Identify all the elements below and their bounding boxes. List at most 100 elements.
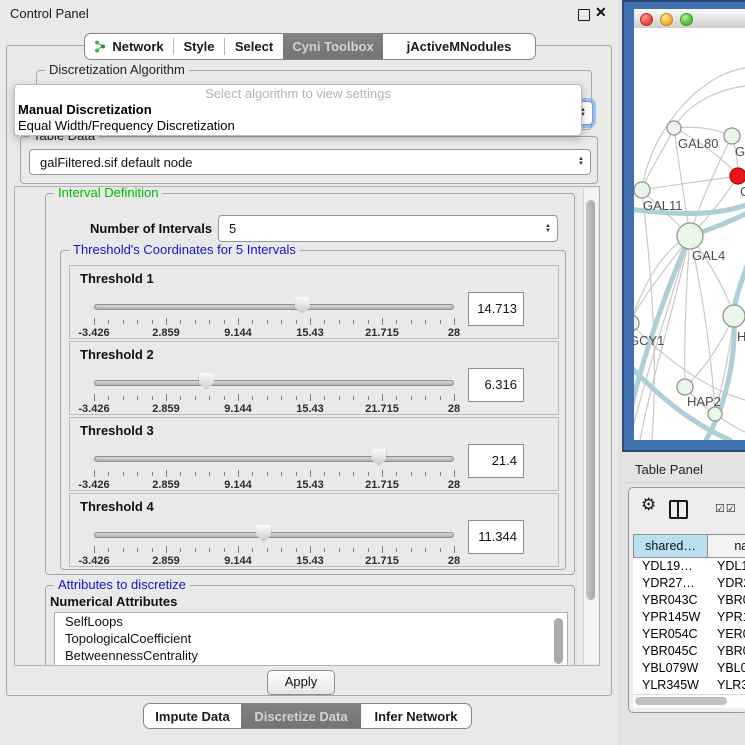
table-row[interactable]: YBR043CYBR043C [633, 592, 745, 609]
close-traffic-light[interactable] [640, 13, 653, 26]
cell-name[interactable]: YER054C [708, 626, 745, 643]
cell-name[interactable]: YBR045C [708, 643, 745, 660]
tab-jactivemnodules[interactable]: jActiveMNodules [383, 34, 535, 59]
tab-cyni-toolbox[interactable]: Cyni Toolbox [283, 34, 383, 59]
minimize-traffic-light[interactable] [660, 13, 673, 26]
tick-mark [238, 470, 239, 477]
threshold-1-value-field[interactable]: 14.713 [468, 292, 524, 326]
control-panel-title: Control Panel [10, 6, 89, 21]
cell-name[interactable]: YPR145W [708, 609, 745, 626]
slider-thumb[interactable] [295, 297, 310, 314]
cell-shared-name[interactable]: YDR27… [633, 575, 708, 592]
cell-name[interactable]: YDL19 [708, 558, 745, 575]
network-node-gal80[interactable] [667, 121, 681, 135]
scrollbar-thumb[interactable] [586, 200, 595, 600]
cell-name[interactable]: YBL079W [708, 660, 745, 677]
tick-label: 15.43 [296, 403, 324, 415]
tab-infer-network[interactable]: Infer Network [361, 704, 471, 728]
tick-mark [440, 548, 441, 552]
column-header-shared-name[interactable]: shared… [633, 534, 708, 558]
tick-mark [339, 396, 340, 400]
threshold-4-value-field[interactable]: 11.344 [468, 520, 524, 554]
column-header-name[interactable]: name [708, 534, 745, 558]
attribute-list-item[interactable]: SelfLoops [55, 613, 567, 630]
table-row[interactable]: YDL19…YDL19 [633, 558, 745, 575]
threshold-1-slider[interactable]: -3.4262.8599.14415.4321.71528 [94, 296, 454, 332]
threshold-4-slider[interactable]: -3.4262.8599.14415.4321.71528 [94, 524, 454, 560]
numerical-attributes-label: Numerical Attributes [50, 594, 177, 609]
table-rows: YDL19…YDL19YDR27…YDR27YBR043CYBR043CYPR1… [633, 558, 745, 700]
dropdown-option-equal-width[interactable]: Equal Width/Frequency Discretization [15, 118, 581, 134]
table-row[interactable]: YPR145WYPR145W [633, 609, 745, 626]
network-canvas[interactable]: GAL80GACGAL11GAL4HGCY1HAP2 [634, 28, 745, 440]
tick-mark [252, 472, 253, 476]
scrollbar-thumb[interactable] [554, 618, 563, 664]
cell-shared-name[interactable]: YLR345W [633, 677, 708, 694]
threshold-2-value-field[interactable]: 6.316 [468, 368, 524, 402]
cell-shared-name[interactable]: YER054C [633, 626, 708, 643]
network-node-h[interactable] [723, 305, 745, 327]
tick-mark [440, 472, 441, 476]
table-row[interactable]: YER054CYER054C [633, 626, 745, 643]
network-node-hap2[interactable] [677, 379, 693, 395]
float-window-icon[interactable] [578, 9, 590, 21]
list-scrollbar[interactable] [552, 614, 566, 666]
network-node[interactable] [708, 407, 722, 421]
gear-icon[interactable]: ⚙ [641, 496, 656, 513]
apply-button[interactable]: Apply [267, 670, 335, 695]
cell-shared-name[interactable]: YBR045C [633, 643, 708, 660]
table-row[interactable]: YDR27…YDR27 [633, 575, 745, 592]
table-horizontal-scrollbar[interactable] [633, 694, 745, 708]
zoom-traffic-light[interactable] [680, 13, 693, 26]
close-icon[interactable]: ✕ [595, 4, 607, 21]
network-node-gal4[interactable] [677, 223, 703, 249]
cell-shared-name[interactable]: YDL19… [633, 558, 708, 575]
slider-track[interactable] [94, 380, 454, 386]
network-node-gal11[interactable] [634, 182, 650, 198]
tab-network[interactable]: Network [85, 34, 173, 59]
scrollbar-thumb[interactable] [635, 697, 727, 705]
slider-thumb[interactable] [199, 373, 214, 390]
slider-thumb[interactable] [371, 449, 386, 466]
slider-ticks [94, 394, 454, 402]
tick-mark [353, 396, 354, 400]
slider-track[interactable] [94, 532, 454, 538]
threshold-2-slider[interactable]: -3.4262.8599.14415.4321.71528 [94, 372, 454, 408]
threshold-3-value-field[interactable]: 21.4 [468, 444, 524, 478]
tab-select[interactable]: Select [225, 34, 283, 59]
network-node-ga[interactable] [724, 128, 740, 144]
slider-thumb[interactable] [256, 525, 271, 542]
tab-impute-data[interactable]: Impute Data [144, 704, 241, 728]
network-node-gcy1[interactable] [634, 315, 639, 331]
cell-shared-name[interactable]: YBL079W [633, 660, 708, 677]
table-data-select[interactable]: galFiltered.sif default node ▲▼ [29, 149, 591, 175]
num-intervals-select[interactable]: 5 ▲▼ [218, 215, 558, 242]
attribute-list-item[interactable]: TopologicalCoefficient [55, 630, 567, 647]
tab-style[interactable]: Style [174, 34, 224, 59]
cell-shared-name[interactable]: YPR145W [633, 609, 708, 626]
checkbox-icons[interactable]: ☑☑ [715, 502, 737, 515]
tick-mark [108, 396, 109, 400]
tick-label: -3.426 [78, 555, 109, 567]
table-row[interactable]: YBR045CYBR045C [633, 643, 745, 660]
attribute-list-item[interactable]: BetweennessCentrality [55, 647, 567, 664]
tab-discretize-data[interactable]: Discretize Data [241, 704, 361, 728]
threshold-3-slider[interactable]: -3.4262.8599.14415.4321.71528 [94, 448, 454, 484]
split-panel-icon[interactable] [669, 500, 688, 519]
node-label: GA [735, 144, 745, 159]
network-window-titlebar[interactable] [634, 9, 745, 29]
numerical-attributes-list[interactable]: SelfLoopsTopologicalCoefficientBetweenne… [54, 612, 568, 666]
tick-mark [166, 470, 167, 477]
cell-name[interactable]: YBR043C [708, 592, 745, 609]
tick-label: 21.715 [365, 327, 399, 339]
cell-shared-name[interactable]: YBR043C [633, 592, 708, 609]
network-node-c[interactable] [730, 168, 745, 184]
cell-name[interactable]: YDR27 [708, 575, 745, 592]
dropdown-option-manual[interactable]: Manual Discretization [15, 102, 581, 118]
cell-name[interactable]: YLR345W [708, 677, 745, 694]
settings-scrollbar[interactable] [583, 188, 598, 664]
table-row[interactable]: YBL079WYBL079W [633, 660, 745, 677]
slider-track[interactable] [94, 456, 454, 462]
slider-track[interactable] [94, 304, 454, 310]
table-row[interactable]: YLR345WYLR345W [633, 677, 745, 694]
